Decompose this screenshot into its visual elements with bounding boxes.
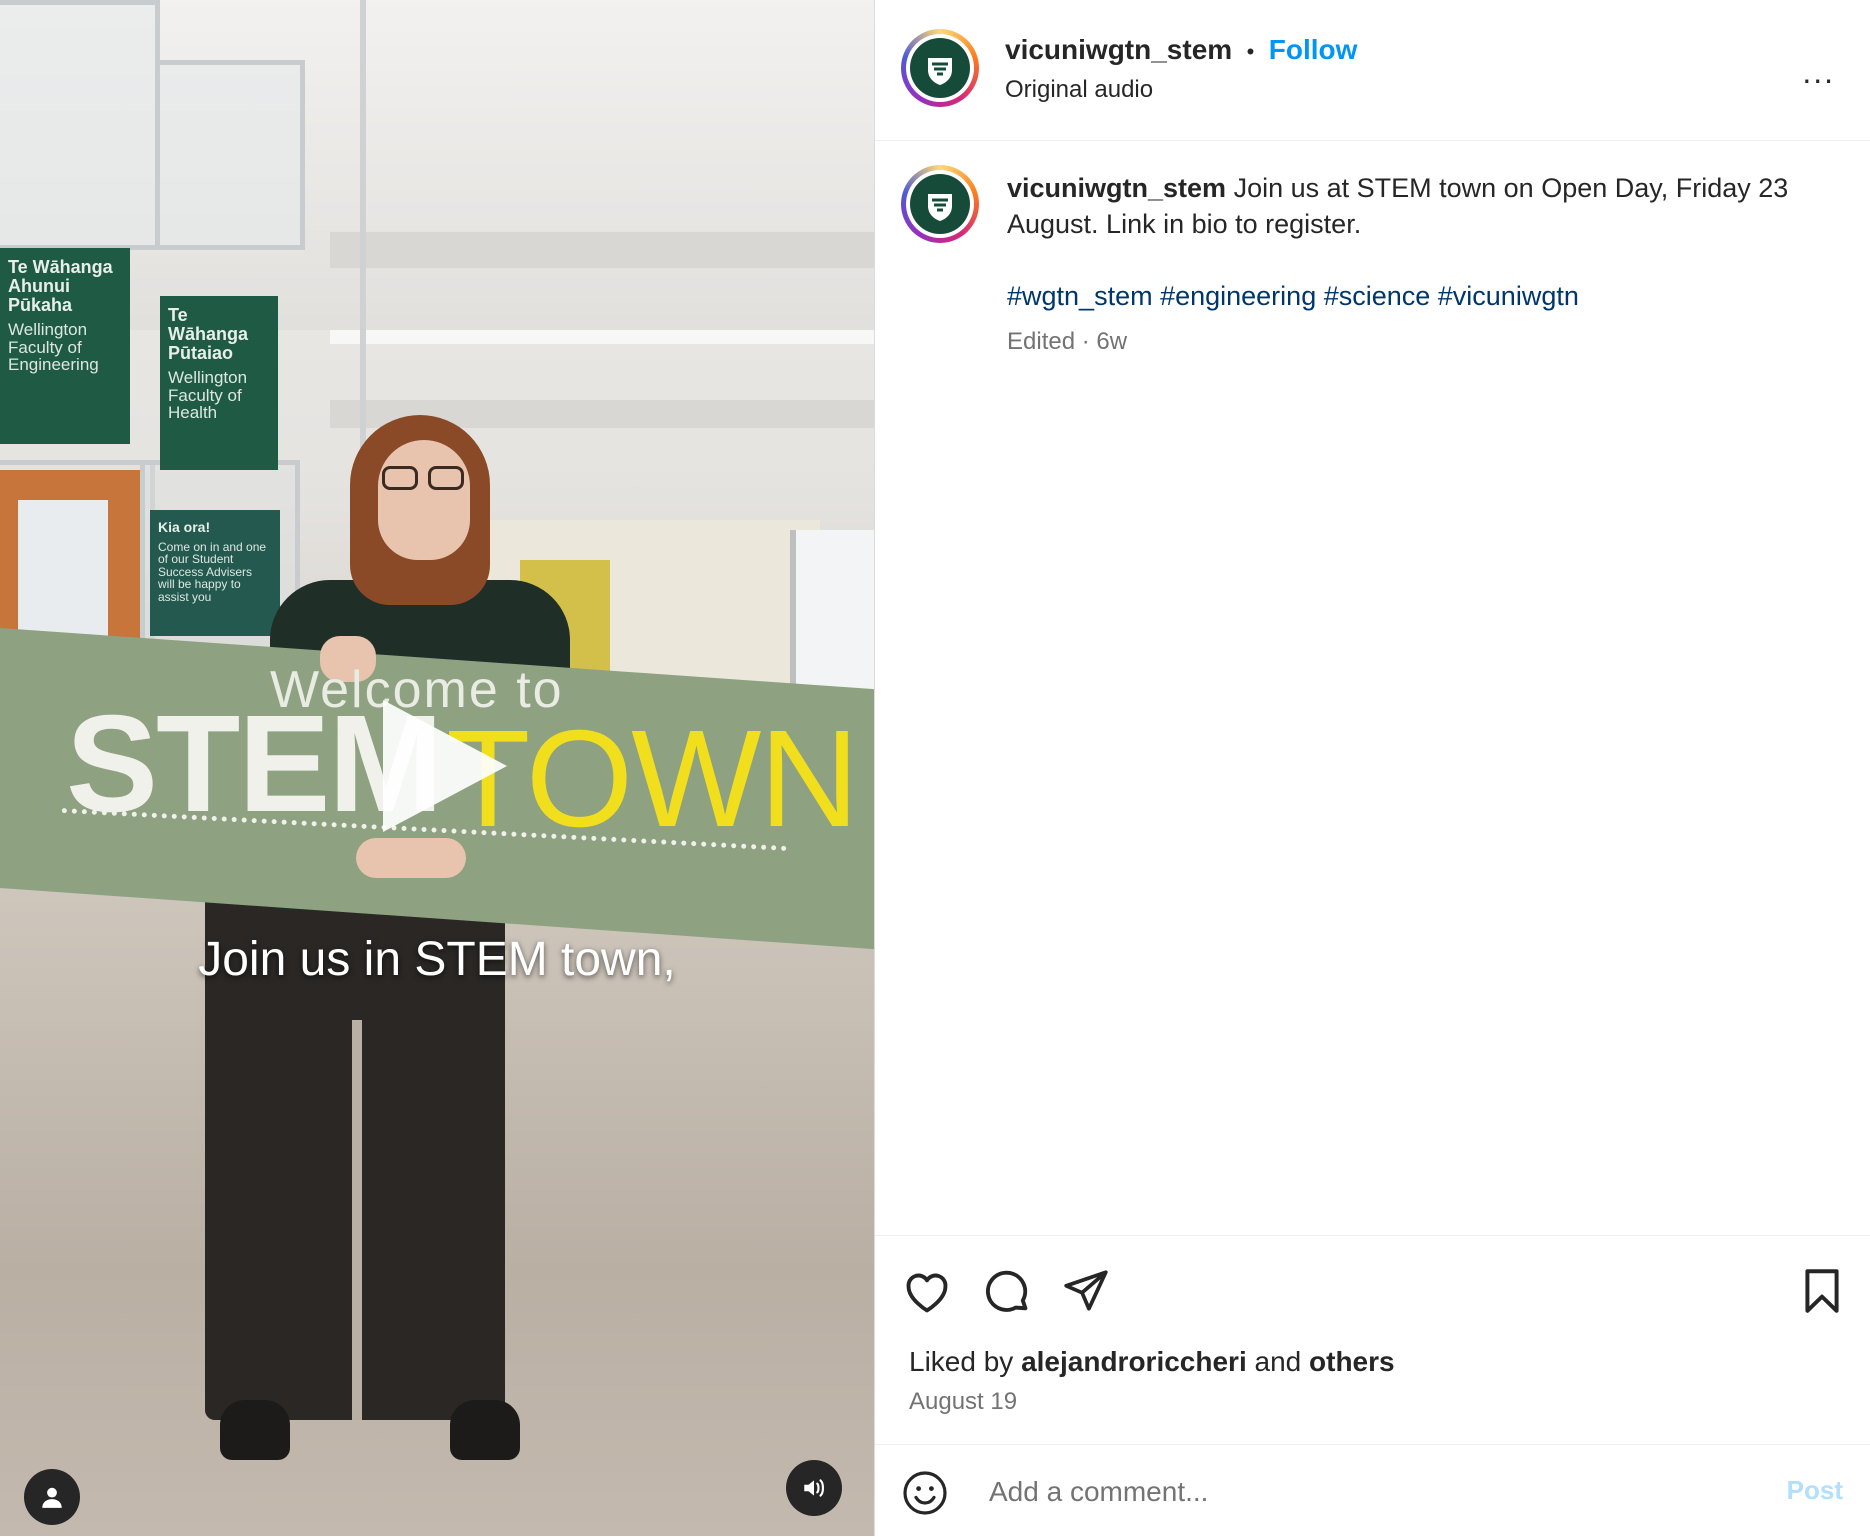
share-icon[interactable] — [1061, 1266, 1117, 1322]
follow-button[interactable]: Follow — [1269, 34, 1358, 65]
person-legs-gap — [352, 1020, 362, 1420]
caption-text: vicuniwgtn_stem Join us at STEM town on … — [1007, 170, 1817, 242]
header-username[interactable]: vicuniwgtn_stem — [1005, 34, 1232, 65]
heart-icon[interactable] — [901, 1266, 957, 1322]
liked-by-and: and — [1254, 1346, 1302, 1377]
header-separator: • — [1246, 39, 1255, 64]
original-audio-link[interactable]: Original audio — [1005, 76, 1153, 104]
caption-meta: Edited · 6w — [1007, 328, 1128, 355]
faculty-sign-engineering: Te Wāhanga Ahunui Pūkaha Wellington Facu… — [0, 248, 130, 444]
reel-video[interactable]: Te Wāhanga Ahunui Pūkaha Wellington Facu… — [0, 0, 874, 1536]
notice-title: Kia ora! — [158, 519, 211, 535]
post-caption: vicuniwgtn_stem Join us at STEM town on … — [1007, 170, 1817, 360]
post-comment-button[interactable]: Post — [1787, 1475, 1843, 1506]
avatar[interactable] — [901, 165, 979, 243]
video-beam — [330, 232, 874, 268]
play-icon[interactable] — [383, 700, 507, 832]
university-shield-icon — [910, 174, 970, 234]
person-face — [378, 440, 470, 560]
video-caption: Join us in STEM town, — [198, 933, 676, 986]
caption-hashtags[interactable]: #wgtn_stem #engineering #science #vicuni… — [1007, 278, 1817, 314]
notice-sign: Kia ora! Come on in and one of our Stude… — [150, 510, 280, 636]
liked-by-others[interactable]: others — [1309, 1346, 1395, 1377]
person-glasses — [380, 466, 470, 492]
sign-sub: Wellington Faculty of Engineering — [8, 319, 99, 375]
video-window — [790, 530, 874, 710]
avatar[interactable] — [901, 29, 979, 107]
bookmark-icon[interactable] — [1797, 1266, 1853, 1322]
liked-by-user[interactable]: alejandroriccheri — [1021, 1346, 1247, 1377]
person-shoe — [220, 1400, 290, 1460]
sign-title: Te Wāhanga Pūtaiao — [168, 305, 249, 363]
university-shield-icon — [910, 38, 970, 98]
more-options-icon[interactable]: ... — [1802, 54, 1835, 91]
post-header: vicuniwgtn_stem • Follow Original audio … — [875, 0, 1870, 141]
speaker-icon[interactable] — [786, 1460, 842, 1516]
person-shoe — [450, 1400, 520, 1460]
glass-pane — [155, 60, 305, 250]
header-title-row: vicuniwgtn_stem • Follow — [1005, 34, 1357, 66]
comment-icon[interactable] — [981, 1266, 1037, 1322]
caption-username[interactable]: vicuniwgtn_stem — [1007, 173, 1226, 203]
liked-by-prefix: Liked by — [909, 1346, 1014, 1377]
sign-sub: Wellington Faculty of Health — [168, 367, 248, 423]
instagram-post: Te Wāhanga Ahunui Pūkaha Wellington Facu… — [0, 0, 1870, 1536]
post-date[interactable]: August 19 — [909, 1388, 1017, 1416]
post-side-panel: vicuniwgtn_stem • Follow Original audio … — [874, 0, 1870, 1536]
notice-body: Come on in and one of our Student Succes… — [158, 539, 267, 605]
user-tag-icon[interactable] — [24, 1469, 80, 1525]
faculty-sign-health: Te Wāhanga Pūtaiao Wellington Faculty of… — [160, 296, 278, 470]
comment-input[interactable] — [987, 1467, 1691, 1517]
comment-bar: Post — [875, 1444, 1870, 1537]
glass-pane — [0, 0, 160, 250]
emoji-icon[interactable] — [901, 1469, 949, 1517]
video-light — [330, 330, 874, 344]
sign-title: Te Wāhanga Ahunui Pūkaha — [8, 257, 113, 315]
liked-by: Liked by alejandroriccheri and others — [909, 1346, 1395, 1378]
post-actions: Liked by alejandroriccheri and others Au… — [875, 1235, 1870, 1448]
